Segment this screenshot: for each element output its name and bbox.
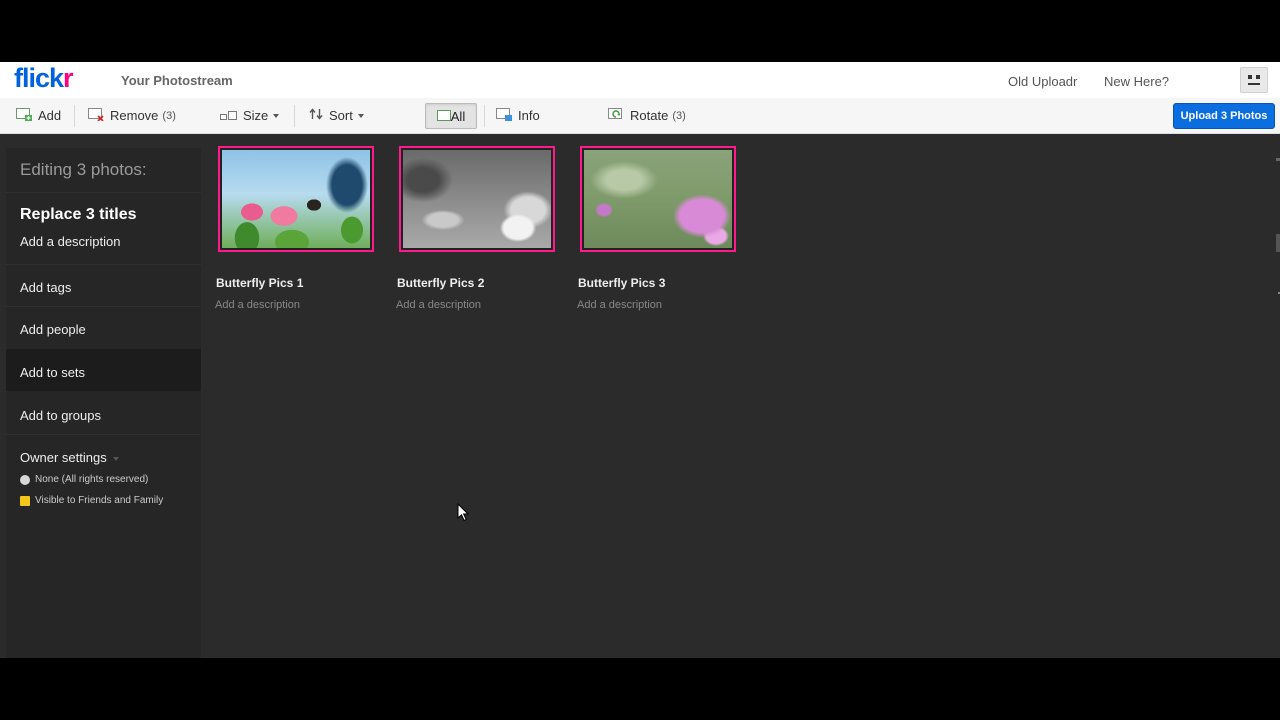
remove-count: (3) [162, 109, 176, 122]
page-title: Your Photostream [121, 73, 233, 88]
mouse-cursor-icon [457, 502, 470, 526]
avatar-eye-right [1256, 75, 1260, 79]
remove-button[interactable]: Remove (3) [88, 98, 176, 133]
sidebar-item-label: Add tags [20, 280, 72, 295]
new-here-link[interactable]: New Here? [1104, 74, 1169, 89]
photo-title[interactable]: Butterfly Pics 1 [216, 276, 303, 290]
old-uploadr-link[interactable]: Old Uploadr [1008, 74, 1077, 89]
add-label: Add [38, 108, 62, 123]
edit-sidebar: Editing 3 photos: Replace 3 titles Add a… [6, 148, 201, 658]
sidebar-item-add-people[interactable]: Add people [6, 307, 201, 349]
toolbar-divider [294, 105, 295, 127]
privacy-icon [20, 495, 30, 506]
avatar-eye-left [1248, 75, 1252, 79]
sort-icon [309, 108, 323, 123]
photo-thumbnail[interactable] [580, 146, 736, 252]
owner-settings-label: Owner settings [20, 450, 119, 465]
remove-label: Remove [110, 108, 159, 123]
add-photo-icon [16, 107, 32, 124]
license-label: None (All rights reserved) [35, 474, 149, 485]
toolbar-divider [484, 105, 485, 127]
sidebar-item-add-to-groups[interactable]: Add to groups [6, 392, 201, 434]
photo-description[interactable]: Add a description [577, 299, 662, 311]
privacy-label: Visible to Friends and Family [35, 495, 164, 506]
photo-title[interactable]: Butterfly Pics 3 [578, 276, 665, 290]
logo-text-pink: r [63, 63, 73, 93]
rotate-icon [608, 107, 624, 124]
logo-text-blue: flick [14, 63, 64, 93]
sidebar-item-add-tags[interactable]: Add tags [6, 265, 201, 307]
uploadr-window: flickr Your Photostream Old Uploadr New … [0, 62, 1280, 658]
rotate-label: Rotate [630, 108, 669, 123]
toolbar-divider [74, 105, 75, 127]
info-button[interactable]: Info [496, 98, 540, 133]
butterfly-photo-image [403, 150, 551, 248]
license-icon [20, 474, 30, 485]
avatar-mouth [1248, 83, 1260, 85]
editing-heading: Editing 3 photos: [20, 160, 147, 179]
photo-thumbnail[interactable] [218, 146, 374, 252]
sort-label: Sort [329, 108, 353, 123]
scrollbar[interactable] [1274, 158, 1280, 298]
rotate-button[interactable]: Rotate (3) [608, 98, 686, 133]
photo-description[interactable]: Add a description [215, 299, 300, 311]
flickr-logo[interactable]: flickr [14, 63, 73, 94]
avatar[interactable] [1240, 67, 1268, 93]
photo-thumbnail[interactable] [399, 146, 555, 252]
top-nav: flickr Your Photostream Old Uploadr New … [0, 62, 1280, 98]
remove-photo-icon [88, 107, 104, 124]
sort-dropdown[interactable]: Sort [309, 98, 364, 133]
sidebar-divider [6, 192, 201, 193]
butterfly-photo-image [222, 150, 370, 248]
select-all-icon [436, 109, 451, 124]
rotate-count: (3) [672, 109, 686, 122]
chevron-down-icon [112, 456, 119, 461]
privacy-setting[interactable]: Visible to Friends and Family [20, 495, 163, 506]
owner-settings-toggle[interactable]: Owner settings [6, 435, 201, 477]
photo-description[interactable]: Add a description [396, 299, 481, 311]
info-label: Info [518, 108, 540, 123]
upload-button[interactable]: Upload 3 Photos [1173, 103, 1275, 129]
chevron-down-icon [357, 113, 364, 118]
sidebar-item-label: Add people [20, 322, 86, 337]
license-setting[interactable]: None (All rights reserved) [20, 474, 148, 485]
size-label: Size [243, 108, 269, 123]
photo-title[interactable]: Butterfly Pics 2 [397, 276, 484, 290]
add-description-label: Add a description [20, 234, 121, 249]
sidebar-item-add-to-sets[interactable]: Add to sets [6, 349, 201, 391]
select-all-button[interactable]: All [425, 103, 477, 129]
add-button[interactable]: Add [16, 98, 61, 133]
all-label: All [450, 108, 466, 124]
sidebar-item-label: Add to sets [20, 365, 86, 380]
butterfly-photo-image [584, 150, 732, 248]
replace-titles-link[interactable]: Replace 3 titles [20, 206, 137, 224]
size-icon [220, 108, 237, 123]
chevron-down-icon [273, 113, 280, 118]
info-icon [496, 107, 512, 124]
size-dropdown[interactable]: Size [220, 98, 280, 133]
sidebar-item-label: Add to groups [20, 408, 101, 423]
toolbar: Add Remove (3) Size Sort All Info Rotate… [0, 98, 1280, 134]
owner-settings-text: Owner settings [20, 450, 107, 465]
